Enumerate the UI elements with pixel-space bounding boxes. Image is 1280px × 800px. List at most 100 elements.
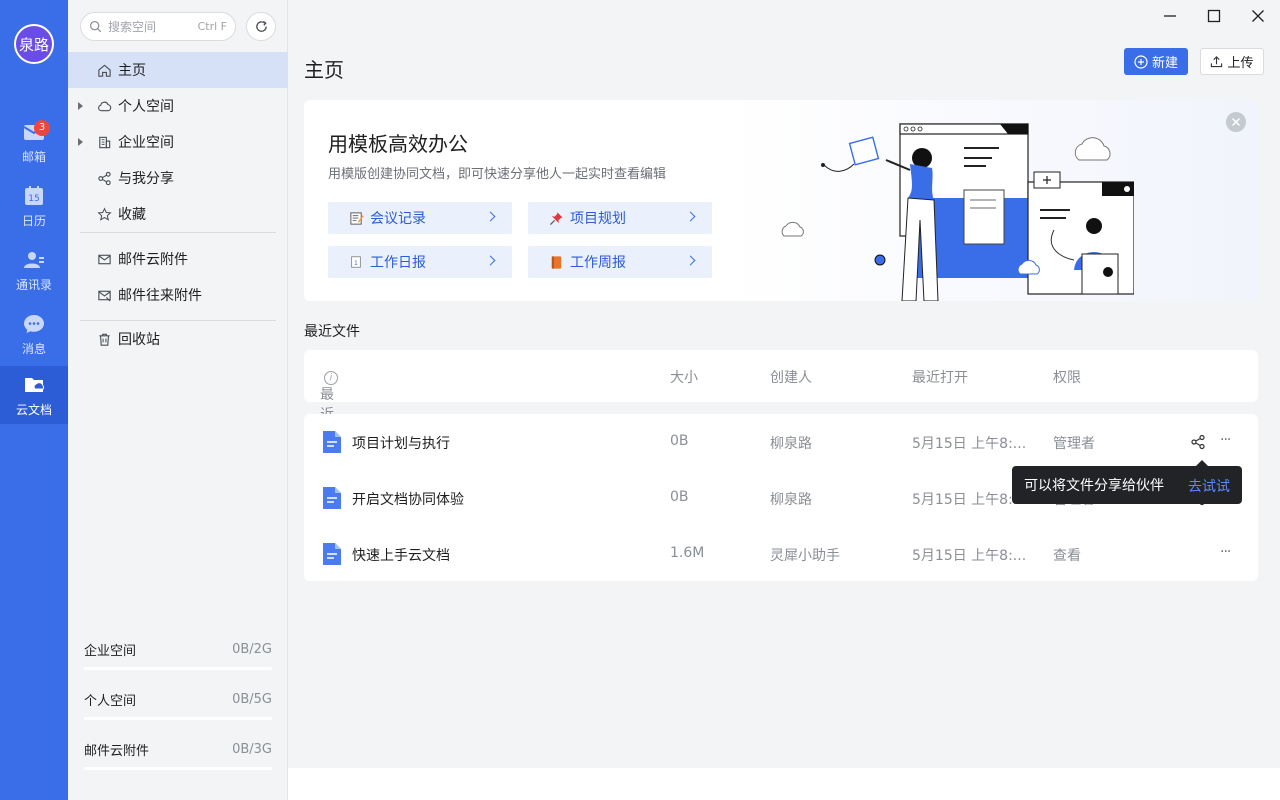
rail-item-label: 通讯录: [15, 277, 52, 292]
contacts-icon: [24, 251, 44, 268]
bottom-strip: [288, 768, 1280, 800]
rail-item-label: 日历: [21, 213, 46, 228]
quota-name: 企业空间: [84, 644, 137, 659]
nav-item-enterprise-space[interactable]: 企业空间: [68, 124, 288, 160]
file-permission: 查看: [1053, 548, 1081, 564]
nav-item-label: 与我分享: [118, 171, 174, 187]
close-icon: [1252, 10, 1264, 22]
nav-item-recycle-bin[interactable]: 回收站: [68, 321, 288, 357]
memo-icon: [349, 211, 364, 225]
notebook-icon: [551, 255, 561, 269]
quota-mail-attachments: 邮件云附件 0B/3G: [84, 740, 272, 770]
quota-enterprise: 企业空间 0B/2G: [84, 640, 272, 670]
svg-text:1: 1: [354, 260, 358, 267]
nav-item-label: 企业空间: [118, 135, 174, 151]
rail-item-messages[interactable]: 消息: [0, 306, 68, 362]
quota-value: 0B/5G: [232, 692, 272, 707]
file-creator: 柳泉路: [770, 436, 812, 452]
file-permission: 管理者: [1053, 436, 1095, 452]
upload-icon: [1211, 56, 1223, 68]
table-row[interactable]: 项目计划与执行 0B 柳泉路 5月15日 上午8:... 管理者 ···: [304, 414, 1258, 470]
template-banner: 用模板高效办公 用模版创建协同文档，即可快速分享他人一起实时查看编辑 会议记录 …: [304, 100, 1258, 301]
template-meeting-notes[interactable]: 会议记录: [328, 202, 512, 234]
rail-item-cloud-docs[interactable]: 云文档: [0, 366, 68, 424]
nav-item-mail-attachments[interactable]: 邮件往来附件: [68, 277, 288, 313]
file-last-opened: 5月15日 上午8:...: [912, 436, 1027, 452]
quota-bar: [84, 767, 272, 770]
nav-item-favorites[interactable]: 收藏: [68, 196, 288, 232]
calendar-day: 15: [28, 194, 39, 204]
search-placeholder: 搜索空间: [108, 20, 157, 34]
col-header-creator: 创建人: [770, 370, 812, 386]
page-title: 主页: [304, 58, 344, 82]
cloud-icon: [97, 101, 111, 111]
file-size: 0B: [670, 489, 689, 505]
refresh-button[interactable]: [246, 12, 276, 41]
nav-item-shared-with-me[interactable]: 与我分享: [68, 160, 288, 196]
banner-subtitle: 用模版创建协同文档，即可快速分享他人一起实时查看编辑: [328, 167, 667, 182]
unread-badge: 3: [34, 120, 50, 136]
upload-button[interactable]: 上传: [1200, 48, 1264, 75]
app-rail: 泉路 3 邮箱 15 日历 通讯录 消息 云文档: [0, 0, 68, 800]
template-label: 会议记录: [370, 211, 426, 227]
document-icon: [323, 431, 341, 453]
document-icon: [323, 487, 341, 509]
search-input[interactable]: 搜索空间 Ctrl F: [80, 12, 236, 41]
star-icon: [96, 206, 112, 221]
file-name: 项目计划与执行: [352, 436, 450, 452]
file-name: 开启文档协同体验: [352, 492, 464, 508]
more-options-icon[interactable]: ···: [1220, 432, 1240, 450]
chevron-right-icon: [485, 255, 496, 266]
upload-button-label: 上传: [1227, 56, 1254, 71]
mail-attach-icon: [97, 290, 111, 302]
nav-item-mail-cloud-attachments[interactable]: 邮件云附件: [68, 241, 288, 277]
info-icon[interactable]: i: [324, 371, 338, 385]
more-options-icon[interactable]: ···: [1220, 544, 1240, 562]
cloud-doc-icon: [25, 377, 45, 392]
template-daily-report[interactable]: 1 工作日报: [328, 246, 512, 278]
maximize-button[interactable]: [1202, 6, 1226, 26]
nav-item-label: 收藏: [118, 207, 146, 223]
rail-item-label: 云文档: [15, 402, 52, 417]
nav-item-home[interactable]: 主页: [68, 52, 288, 88]
rail-item-calendar[interactable]: 15 日历: [0, 178, 68, 234]
expand-caret-icon[interactable]: [78, 138, 83, 146]
file-size: 0B: [670, 433, 689, 449]
table-row[interactable]: 快速上手云文档 1.6M 灵犀小助手 5月15日 上午8:... 查看 ···: [304, 526, 1258, 582]
nav-item-label: 邮件云附件: [118, 252, 188, 268]
col-header-size: 大小: [670, 370, 698, 386]
col-header-last-opened: 最近打开: [912, 370, 968, 386]
quota-name: 邮件云附件: [84, 744, 150, 759]
trash-icon: [98, 333, 110, 346]
home-icon: [97, 64, 111, 77]
close-window-button[interactable]: [1246, 6, 1270, 26]
building-icon: [98, 136, 110, 148]
avatar[interactable]: 泉路: [14, 24, 54, 64]
pushpin-icon: [549, 211, 563, 225]
nav-item-label: 邮件往来附件: [118, 288, 202, 304]
tooltip-try-link[interactable]: 去试试: [1188, 476, 1230, 496]
calendar-day-icon: 1: [351, 256, 361, 268]
chevron-right-icon: [685, 211, 696, 222]
rail-item-contacts[interactable]: 通讯录: [0, 242, 68, 298]
banner-close-button[interactable]: [1226, 112, 1246, 132]
quota-value: 0B/3G: [232, 742, 272, 757]
template-project-plan[interactable]: 项目规划: [528, 202, 712, 234]
template-weekly-report[interactable]: 工作周报: [528, 246, 712, 278]
minimize-icon: [1164, 15, 1176, 17]
nav-item-label: 主页: [118, 63, 146, 79]
maximize-icon: [1207, 9, 1221, 23]
nav-item-personal-space[interactable]: 个人空间: [68, 88, 288, 124]
calendar-icon: 15: [25, 185, 43, 205]
document-icon: [323, 543, 341, 565]
expand-caret-icon[interactable]: [78, 102, 83, 110]
minimize-button[interactable]: [1158, 6, 1182, 26]
template-label: 工作周报: [570, 255, 626, 271]
rail-item-label: 消息: [21, 341, 46, 356]
new-button[interactable]: 新建: [1124, 48, 1188, 75]
rail-item-mail[interactable]: 3 邮箱: [0, 114, 68, 170]
chevron-right-icon: [685, 255, 696, 266]
collaboration-illustration: [781, 123, 1134, 301]
share-icon[interactable]: [1190, 434, 1206, 450]
quota-personal: 个人空间 0B/5G: [84, 690, 272, 720]
